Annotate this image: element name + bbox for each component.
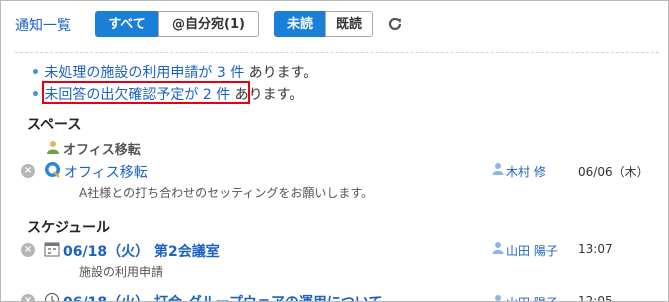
user-link[interactable]: 木村 修 — [506, 163, 546, 180]
schedule-item-body: 施設の利用申請 — [79, 265, 164, 279]
schedule-item-title-link[interactable]: 06/18（火） 第2会議室 — [63, 241, 220, 261]
space-item-title-link[interactable]: オフィス移転 — [64, 162, 148, 182]
page-title: 通知一覧 — [15, 18, 71, 34]
item-time: 12:05 — [578, 294, 613, 302]
user-icon — [492, 242, 504, 254]
space-icon — [47, 141, 59, 154]
user-link[interactable]: 山田 陽子 — [506, 294, 558, 301]
filter-mentions-button[interactable]: @自分宛(1) — [158, 11, 259, 37]
filter-read-button[interactable]: 既読 — [325, 11, 373, 37]
user-icon — [492, 163, 504, 175]
close-icon[interactable]: × — [21, 243, 35, 257]
bullet-icon: • — [31, 87, 40, 103]
item-time: 13:07 — [578, 242, 613, 256]
highlight-box — [42, 81, 250, 104]
section-heading-space: スペース — [27, 117, 82, 133]
space-item-body: A社様との打ち合わせのセッティングをお願いします。 — [79, 186, 374, 200]
space-group-label: オフィス移転 — [63, 143, 141, 158]
schedule-icon — [44, 242, 60, 257]
header-divider — [15, 52, 659, 53]
filter-all-button[interactable]: すべて — [95, 11, 159, 37]
bullet-icon: • — [31, 65, 40, 81]
filter-unread-button[interactable]: 未読 — [274, 11, 326, 37]
clock-icon — [44, 292, 60, 301]
item-date: 06/06（木） — [578, 165, 649, 179]
notice-link[interactable]: 未処理の施設の利用申請が 3 件 — [44, 65, 244, 81]
close-icon[interactable]: × — [21, 164, 35, 178]
refresh-icon[interactable] — [387, 16, 403, 32]
close-icon[interactable]: × — [21, 294, 35, 301]
notice-suffix: あります。 — [248, 65, 318, 81]
notification-panel: 通知一覧 すべて @自分宛(1) 未読 既読 • 未処理の施設の利用申請が 3 … — [0, 0, 669, 302]
user-icon — [495, 295, 501, 301]
section-heading-schedule: スケジュール — [27, 220, 111, 236]
user-link[interactable]: 山田 陽子 — [506, 242, 558, 259]
notice-row: • 未処理の施設の利用申請が 3 件 あります。 — [31, 62, 317, 82]
schedule-item-title-link[interactable]: 06/18（火） 打合-グループウェアの運用について — [63, 292, 383, 301]
discussion-icon — [45, 162, 60, 178]
